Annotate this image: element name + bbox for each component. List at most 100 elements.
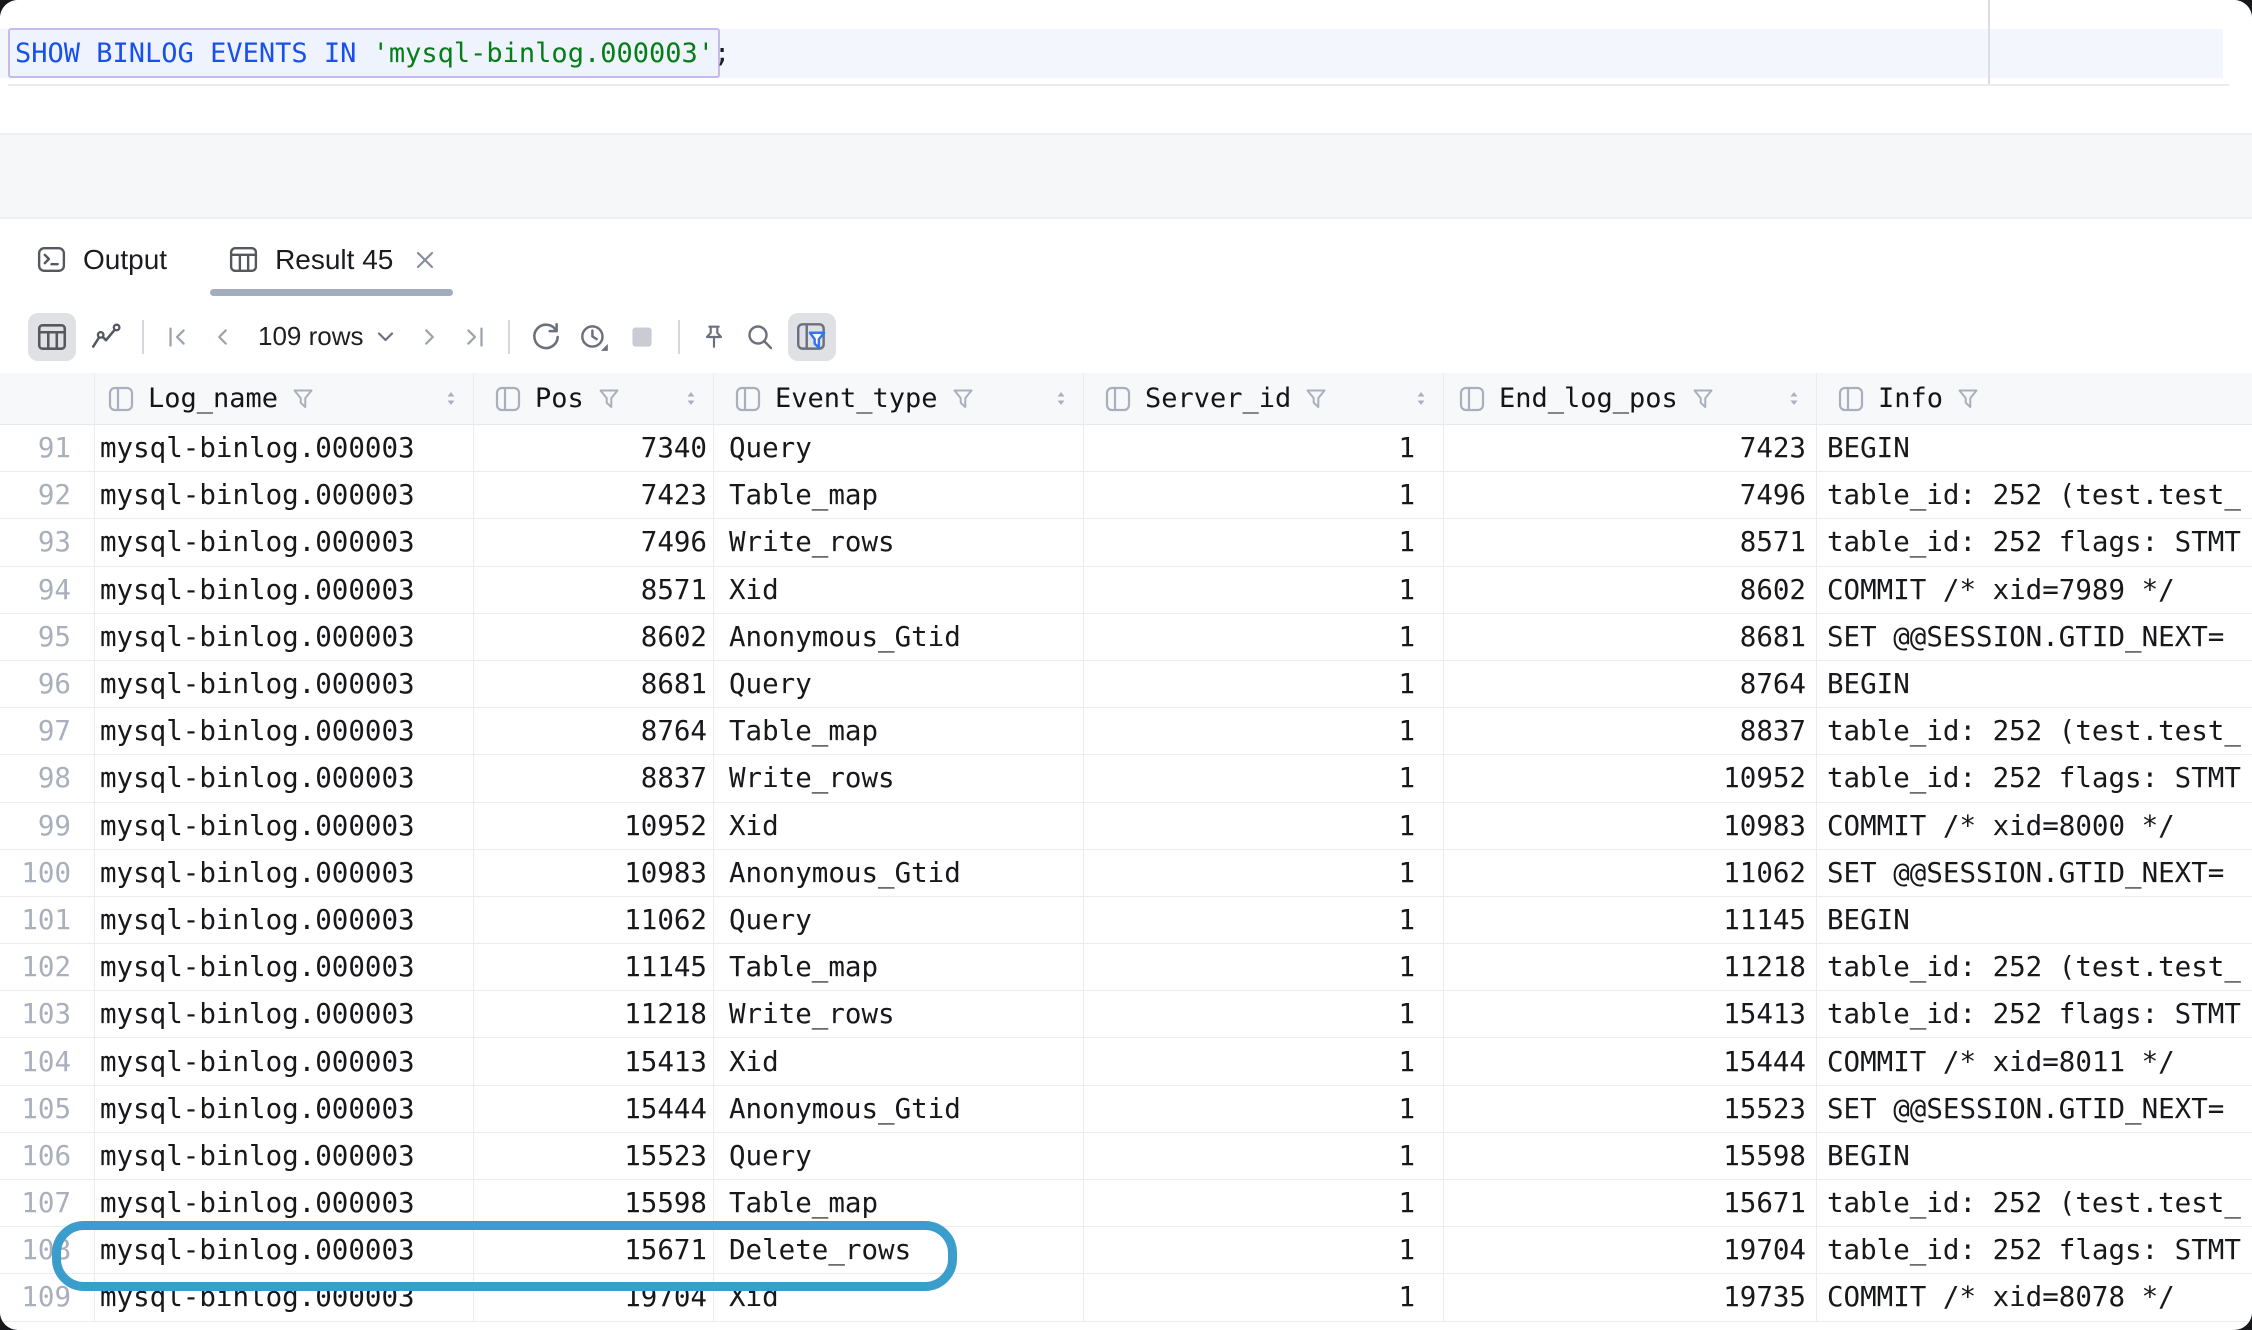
cell-server-id[interactable]: 1 [1084,708,1444,754]
cell-event-type[interactable]: Query [714,661,1084,707]
column-header-pos[interactable]: Pos [474,373,714,424]
previous-page-button[interactable] [200,313,244,361]
cell-pos[interactable]: 15598 [474,1180,714,1226]
cell-end-log-pos[interactable]: 8837 [1444,708,1817,754]
table-row[interactable]: 92mysql-binlog.0000037423Table_map17496t… [0,472,2252,519]
next-page-button[interactable] [408,313,452,361]
cell-log-name[interactable]: mysql-binlog.000003 [95,755,474,801]
table-row[interactable]: 98mysql-binlog.0000038837Write_rows11095… [0,755,2252,802]
cell-server-id[interactable]: 1 [1084,755,1444,801]
cell-info[interactable]: table_id: 252 (test.test_ [1817,472,2252,518]
cell-log-name[interactable]: mysql-binlog.000003 [95,1133,474,1179]
cell-end-log-pos[interactable]: 11145 [1444,897,1817,943]
cell-event-type[interactable]: Xid [714,1274,1084,1320]
cell-info[interactable]: table_id: 252 (test.test_ [1817,708,2252,754]
grid-view-button[interactable] [28,313,76,361]
cell-server-id[interactable]: 1 [1084,897,1444,943]
cell-end-log-pos[interactable]: 8764 [1444,661,1817,707]
table-row[interactable]: 108mysql-binlog.00000315671Delete_rows11… [0,1227,2252,1274]
table-row[interactable]: 96mysql-binlog.0000038681Query18764BEGIN [0,661,2252,708]
cell-end-log-pos[interactable]: 15598 [1444,1133,1817,1179]
cell-event-type[interactable]: Xid [714,1038,1084,1084]
cell-event-type[interactable]: Anonymous_Gtid [714,614,1084,660]
cell-event-type[interactable]: Write_rows [714,755,1084,801]
cell-pos[interactable]: 15671 [474,1227,714,1273]
cell-event-type[interactable]: Delete_rows [714,1227,1084,1273]
table-row[interactable]: 101mysql-binlog.00000311062Query111145BE… [0,897,2252,944]
search-button[interactable] [736,313,784,361]
column-header-event-type[interactable]: Event_type [714,373,1084,424]
cell-log-name[interactable]: mysql-binlog.000003 [95,614,474,660]
cell-info[interactable]: COMMIT /* xid=8000 */ [1817,803,2252,849]
cell-pos[interactable]: 19704 [474,1274,714,1320]
column-header-log-name[interactable]: Log_name [95,373,474,424]
cell-end-log-pos[interactable]: 19735 [1444,1274,1817,1320]
cell-event-type[interactable]: Query [714,897,1084,943]
cell-info[interactable]: table_id: 252 flags: STMT [1817,519,2252,565]
cell-log-name[interactable]: mysql-binlog.000003 [95,708,474,754]
rows-count-dropdown[interactable]: 109 rows [258,321,394,352]
cell-pos[interactable]: 8681 [474,661,714,707]
cell-info[interactable]: table_id: 252 flags: STMT [1817,991,2252,1037]
cell-end-log-pos[interactable]: 15671 [1444,1180,1817,1226]
table-row[interactable]: 103mysql-binlog.00000311218Write_rows115… [0,991,2252,1038]
column-header-server-id[interactable]: Server_id [1084,373,1444,424]
chart-view-button[interactable] [82,313,130,361]
cell-server-id[interactable]: 1 [1084,850,1444,896]
first-page-button[interactable] [156,313,200,361]
table-row[interactable]: 91mysql-binlog.0000037340Query17423BEGIN [0,425,2252,472]
cell-pos[interactable]: 8602 [474,614,714,660]
cell-info[interactable]: COMMIT /* xid=8011 */ [1817,1038,2252,1084]
cell-event-type[interactable]: Table_map [714,944,1084,990]
cell-pos[interactable]: 7496 [474,519,714,565]
cell-pos[interactable]: 7423 [474,472,714,518]
cell-end-log-pos[interactable]: 8681 [1444,614,1817,660]
cell-server-id[interactable]: 1 [1084,519,1444,565]
cell-info[interactable]: BEGIN [1817,661,2252,707]
cell-log-name[interactable]: mysql-binlog.000003 [95,897,474,943]
cell-pos[interactable]: 15523 [474,1133,714,1179]
cell-pos[interactable]: 10983 [474,850,714,896]
cell-end-log-pos[interactable]: 8571 [1444,519,1817,565]
cell-pos[interactable]: 10952 [474,803,714,849]
table-row[interactable]: 107mysql-binlog.00000315598Table_map1156… [0,1180,2252,1227]
filter-panel-button[interactable] [788,313,836,361]
cell-log-name[interactable]: mysql-binlog.000003 [95,661,474,707]
cell-log-name[interactable]: mysql-binlog.000003 [95,1274,474,1320]
cell-server-id[interactable]: 1 [1084,425,1444,471]
cell-pos[interactable]: 11145 [474,944,714,990]
tab-output[interactable]: Output [18,219,184,300]
cell-info[interactable]: BEGIN [1817,897,2252,943]
cell-info[interactable]: COMMIT /* xid=7989 */ [1817,567,2252,613]
cell-pos[interactable]: 8571 [474,567,714,613]
table-row[interactable]: 100mysql-binlog.00000310983Anonymous_Gti… [0,850,2252,897]
cell-end-log-pos[interactable]: 15413 [1444,991,1817,1037]
cell-pos[interactable]: 8764 [474,708,714,754]
cell-event-type[interactable]: Table_map [714,708,1084,754]
cell-info[interactable]: COMMIT /* xid=8078 */ [1817,1274,2252,1320]
cell-info[interactable]: SET @@SESSION.GTID_NEXT= [1817,614,2252,660]
cell-end-log-pos[interactable]: 11218 [1444,944,1817,990]
cell-event-type[interactable]: Anonymous_Gtid [714,850,1084,896]
cell-info[interactable]: BEGIN [1817,425,2252,471]
cell-log-name[interactable]: mysql-binlog.000003 [95,1227,474,1273]
table-row[interactable]: 99mysql-binlog.00000310952Xid110983COMMI… [0,803,2252,850]
cell-log-name[interactable]: mysql-binlog.000003 [95,850,474,896]
table-row[interactable]: 106mysql-binlog.00000315523Query115598BE… [0,1133,2252,1180]
cell-event-type[interactable]: Query [714,1133,1084,1179]
cell-server-id[interactable]: 1 [1084,614,1444,660]
cell-server-id[interactable]: 1 [1084,1133,1444,1179]
tab-result[interactable]: Result 45 [210,219,453,300]
sql-editor[interactable]: SHOW BINLOG EVENTS IN 'mysql-binlog.0000… [0,0,2252,86]
cell-server-id[interactable]: 1 [1084,567,1444,613]
cell-pos[interactable]: 7340 [474,425,714,471]
refresh-button[interactable] [522,313,570,361]
cell-end-log-pos[interactable]: 19704 [1444,1227,1817,1273]
cell-info[interactable]: table_id: 252 flags: STMT [1817,1227,2252,1273]
cell-event-type[interactable]: Xid [714,803,1084,849]
cell-info[interactable]: SET @@SESSION.GTID_NEXT= [1817,850,2252,896]
cell-log-name[interactable]: mysql-binlog.000003 [95,1086,474,1132]
cell-log-name[interactable]: mysql-binlog.000003 [95,1180,474,1226]
cell-log-name[interactable]: mysql-binlog.000003 [95,991,474,1037]
cell-end-log-pos[interactable]: 7496 [1444,472,1817,518]
